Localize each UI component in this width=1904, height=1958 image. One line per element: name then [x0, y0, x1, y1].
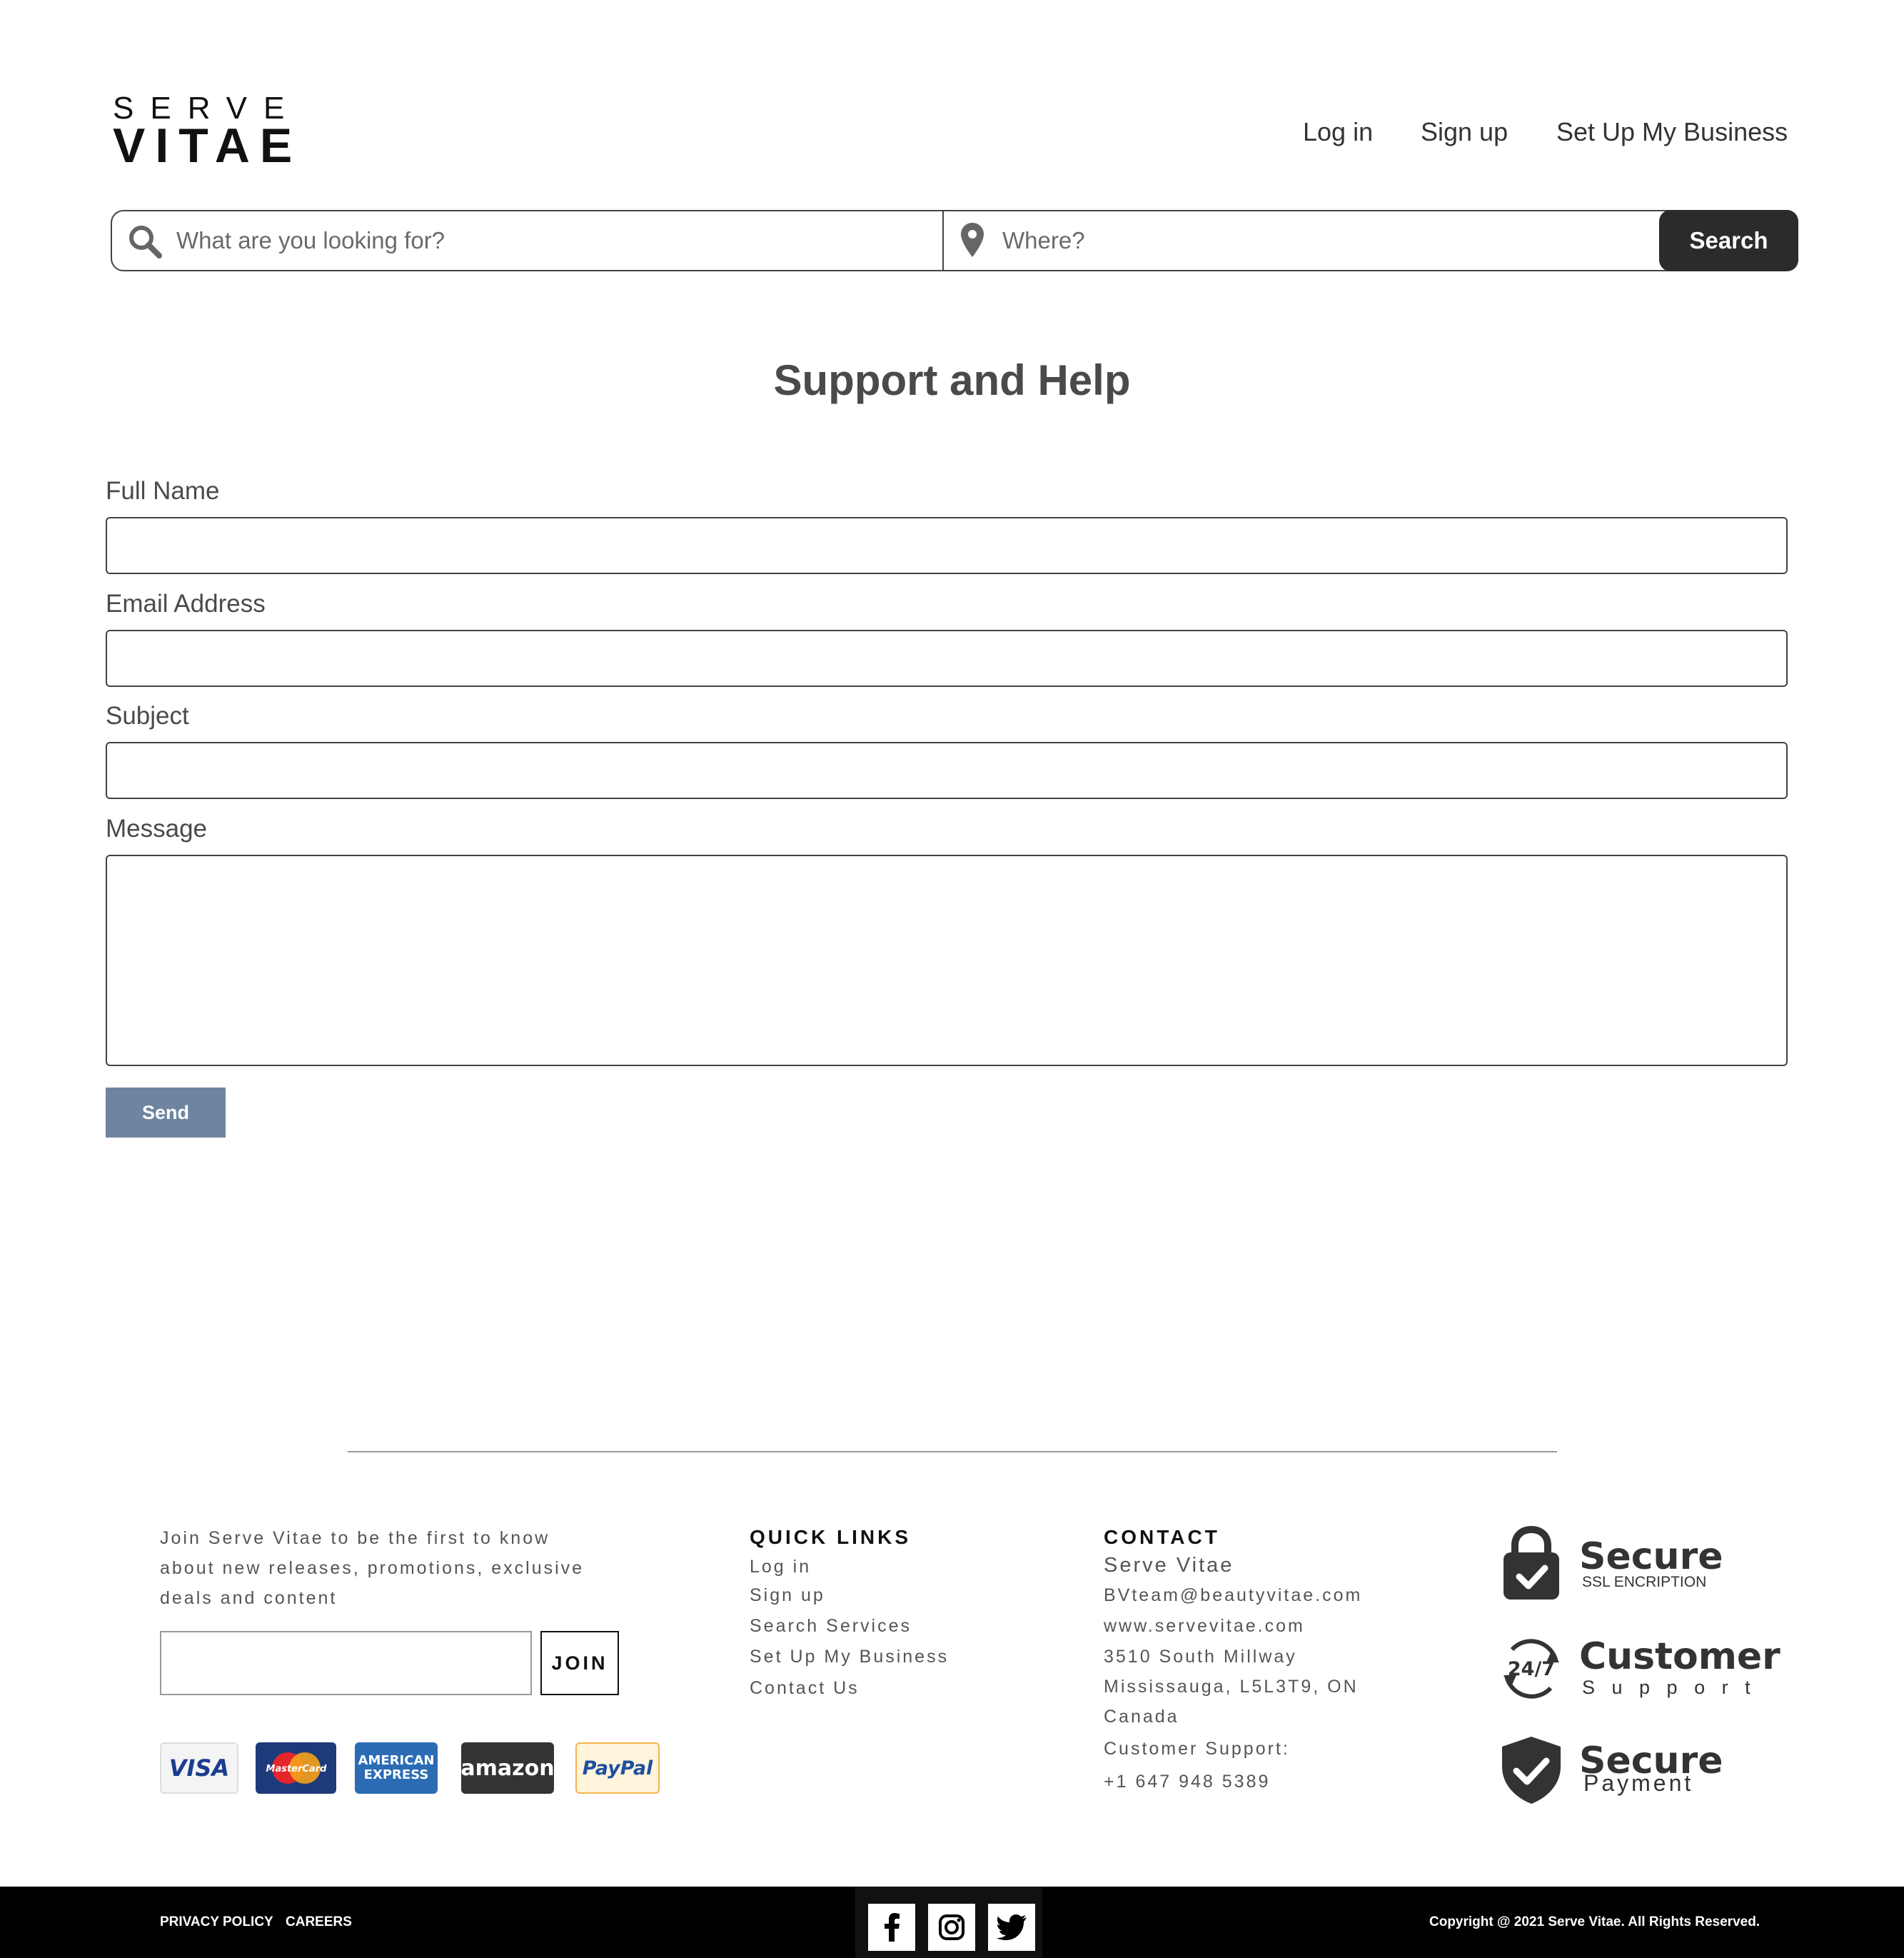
- secure-payment-badge-subtitle: Payment: [1583, 1770, 1694, 1796]
- lock-icon: [1503, 1525, 1559, 1600]
- customer-support-badge-title: Customer: [1579, 1635, 1780, 1678]
- newsletter-text-line: about new releases, promotions, exclusiv…: [160, 1558, 585, 1578]
- privacy-policy-link[interactable]: PRIVACY POLICY: [160, 1914, 273, 1931]
- search-bar: What are you looking for? Where? Search: [111, 210, 1798, 271]
- quick-link-setup-business[interactable]: Set Up My Business: [750, 1642, 949, 1672]
- contact-heading: CONTACT: [1104, 1526, 1220, 1548]
- where-search-placeholder: Where?: [1002, 227, 1085, 253]
- quick-links-heading: QUICK LINKS: [750, 1526, 911, 1548]
- logo[interactable]: SERVE VITAE: [113, 93, 292, 171]
- social-links: [855, 1887, 1042, 1958]
- newsletter-email-input[interactable]: [160, 1631, 532, 1695]
- email-label: Email Address: [106, 590, 266, 618]
- message-textarea[interactable]: [106, 855, 1788, 1066]
- search-icon: [129, 226, 162, 258]
- contact-country: Canada: [1104, 1707, 1179, 1727]
- email-field[interactable]: [106, 630, 1788, 687]
- contact-support-label: Customer Support:: [1104, 1739, 1290, 1759]
- contact-address-line2: Mississauga, L5L3T9, ON: [1104, 1677, 1359, 1697]
- facebook-icon[interactable]: [868, 1904, 915, 1951]
- location-pin-icon: [961, 223, 984, 257]
- nav-setup-business-link[interactable]: Set Up My Business: [1556, 114, 1788, 150]
- support-24-7-icon: 24/7: [1503, 1639, 1559, 1699]
- instagram-icon[interactable]: [928, 1904, 975, 1951]
- ssl-badge-subtitle: SSL ENCRIPTION: [1582, 1574, 1707, 1590]
- quick-link-signup[interactable]: Sign up: [750, 1580, 825, 1610]
- newsletter-text-line: Join Serve Vitae to be the first to know: [160, 1528, 550, 1548]
- quick-link-login[interactable]: Log in: [750, 1552, 811, 1582]
- what-search-placeholder: What are you looking for?: [176, 227, 445, 253]
- nav-signup-link[interactable]: Sign up: [1421, 114, 1508, 150]
- message-label: Message: [106, 815, 208, 843]
- newsletter-text-line: deals and content: [160, 1588, 338, 1608]
- send-button[interactable]: Send: [106, 1088, 226, 1138]
- customer-support-badge-subtitle: S u p p o r t: [1582, 1677, 1756, 1698]
- subject-field[interactable]: [106, 742, 1788, 799]
- amazon-logo: amazon: [461, 1742, 554, 1794]
- shield-check-icon: [1502, 1737, 1561, 1804]
- paypal-logo: PayPal: [575, 1742, 660, 1794]
- footer-divider: [348, 1451, 1557, 1452]
- twitter-icon[interactable]: [988, 1904, 1035, 1951]
- nav-login-link[interactable]: Log in: [1303, 114, 1373, 150]
- page-title: Support and Help: [773, 356, 1131, 404]
- contact-email[interactable]: BVteam@beautyvitae.com: [1104, 1580, 1362, 1610]
- support-icon-text: 24/7: [1508, 1658, 1555, 1680]
- copyright-text: Copyright @ 2021 Serve Vitae. All Rights…: [1429, 1914, 1761, 1929]
- contact-address-line1: 3510 South Millway: [1104, 1647, 1297, 1667]
- mastercard-logo: MasterCard: [256, 1742, 336, 1794]
- contact-website[interactable]: www.servevitae.com: [1104, 1611, 1305, 1641]
- amex-line1: AMERICAN: [358, 1753, 435, 1768]
- what-search-input[interactable]: What are you looking for?: [112, 211, 944, 270]
- ssl-badge-title: Secure: [1579, 1535, 1723, 1578]
- search-button[interactable]: Search: [1659, 210, 1798, 271]
- subject-label: Subject: [106, 702, 189, 730]
- join-button[interactable]: JOIN: [540, 1631, 619, 1695]
- contact-company-name: Serve Vitae: [1104, 1554, 1234, 1577]
- amex-line2: EXPRESS: [363, 1767, 429, 1782]
- full-name-field[interactable]: [106, 517, 1788, 574]
- visa-logo: VISA: [160, 1742, 238, 1794]
- bottom-bar: PRIVACY POLICY CAREERS Copyright @ 2021 …: [0, 1887, 1904, 1958]
- amex-logo: AMERICAN EXPRESS: [355, 1742, 438, 1794]
- logo-bottom-text: VITAE: [113, 119, 303, 173]
- careers-link[interactable]: CAREERS: [286, 1914, 352, 1931]
- full-name-label: Full Name: [106, 477, 220, 505]
- quick-link-search-services[interactable]: Search Services: [750, 1611, 912, 1641]
- mastercard-text: MasterCard: [266, 1764, 327, 1774]
- quick-link-contact-us[interactable]: Contact Us: [750, 1673, 860, 1703]
- where-search-input[interactable]: Where?: [944, 211, 1658, 270]
- contact-phone: +1 647 948 5389: [1104, 1772, 1271, 1792]
